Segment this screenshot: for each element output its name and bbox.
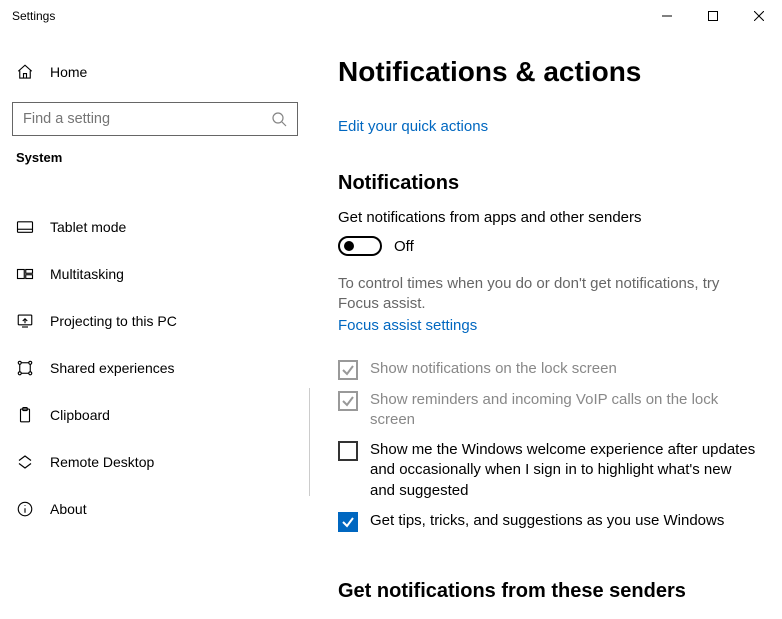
focus-assist-help: To control times when you do or don't ge… (338, 274, 758, 315)
notifications-heading: Notifications (338, 172, 758, 195)
toggle-switch-icon (338, 236, 382, 256)
close-button[interactable] (736, 0, 782, 32)
sidebar-item-shared-experiences[interactable]: Shared experiences (10, 348, 300, 388)
clipboard-icon (16, 406, 34, 424)
notifications-toggle[interactable]: Off (338, 236, 758, 256)
home-label: Home (50, 64, 87, 80)
sidebar: Home System Tablet mode Multitasking (0, 32, 310, 619)
sidebar-item-clipboard[interactable]: Clipboard (10, 395, 300, 435)
checkbox-reminders-voip: Show reminders and incoming VoIP calls o… (338, 390, 758, 431)
checkbox-checked-icon (338, 512, 358, 532)
sidebar-item-label: Clipboard (50, 407, 110, 423)
sidebar-item-projecting[interactable]: Projecting to this PC (10, 301, 300, 341)
checkbox-lock-screen: Show notifications on the lock screen (338, 359, 758, 380)
sidebar-item-label: Projecting to this PC (50, 313, 177, 329)
window-title: Settings (12, 9, 644, 23)
senders-heading: Get notifications from these senders (338, 580, 758, 603)
sidebar-item-tablet-mode[interactable]: Tablet mode (10, 207, 300, 247)
title-bar: Settings (0, 0, 782, 32)
toggle-state: Off (394, 238, 414, 255)
minimize-button[interactable] (644, 0, 690, 32)
checkbox-icon (338, 360, 358, 380)
checkbox-icon (338, 441, 358, 461)
edit-quick-actions-link[interactable]: Edit your quick actions (338, 118, 488, 135)
checkbox-welcome-experience[interactable]: Show me the Windows welcome experience a… (338, 440, 758, 501)
checkbox-icon (338, 391, 358, 411)
sidebar-item-label: Shared experiences (50, 360, 175, 376)
sidebar-item-label: Remote Desktop (50, 454, 154, 470)
focus-assist-link[interactable]: Focus assist settings (338, 317, 477, 334)
checkbox-label: Show me the Windows welcome experience a… (370, 440, 758, 501)
checkbox-label: Show notifications on the lock screen (370, 359, 617, 379)
sidebar-item-label: Tablet mode (50, 219, 126, 235)
page-title: Notifications & actions (338, 56, 758, 88)
home-nav[interactable]: Home (10, 52, 300, 92)
sidebar-item-label: Multitasking (50, 266, 124, 282)
projecting-icon (16, 312, 34, 330)
category-title: System (16, 150, 300, 165)
shared-experiences-icon (16, 359, 34, 377)
remote-desktop-icon (16, 453, 34, 471)
home-icon (16, 63, 34, 81)
search-field[interactable] (23, 111, 271, 127)
content-pane: Notifications & actions Edit your quick … (310, 32, 782, 619)
sidebar-item-multitasking[interactable]: Multitasking (10, 254, 300, 294)
sidebar-item-about[interactable]: About (10, 489, 300, 529)
sidebar-item-remote-desktop[interactable]: Remote Desktop (10, 442, 300, 482)
checkbox-tips-tricks[interactable]: Get tips, tricks, and suggestions as you… (338, 511, 758, 532)
about-icon (16, 500, 34, 518)
search-icon (271, 111, 287, 127)
checkbox-label: Show reminders and incoming VoIP calls o… (370, 390, 758, 431)
tablet-icon (16, 218, 34, 236)
search-input[interactable] (12, 102, 298, 136)
maximize-button[interactable] (690, 0, 736, 32)
multitasking-icon (16, 265, 34, 283)
checkbox-label: Get tips, tricks, and suggestions as you… (370, 511, 724, 531)
sidebar-item-label: About (50, 501, 87, 517)
get-notifications-label: Get notifications from apps and other se… (338, 209, 758, 226)
